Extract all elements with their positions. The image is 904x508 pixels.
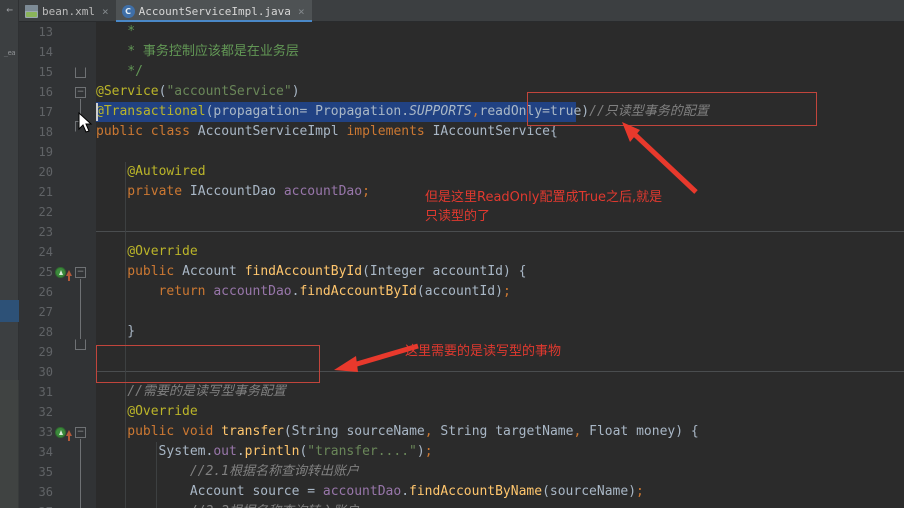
line-number: 34 — [38, 445, 53, 459]
indent-guide — [156, 442, 157, 508]
line-number: 36 — [38, 485, 53, 499]
fold-marker-class[interactable] — [75, 87, 86, 98]
close-icon[interactable]: × — [298, 5, 305, 18]
line-number: 24 — [38, 245, 53, 259]
fold-marker-method-end[interactable] — [75, 339, 86, 350]
close-icon[interactable]: × — [102, 5, 109, 18]
line-number: 28 — [38, 325, 53, 339]
fold-marker-method-transfer[interactable] — [75, 427, 86, 438]
line-number: 15 — [38, 65, 53, 79]
text-caret — [96, 103, 98, 121]
code-line[interactable]: System.out.println("transfer...."); — [159, 442, 433, 462]
fold-marker-docend[interactable] — [75, 67, 86, 78]
code-line[interactable]: //2.2根据名称查询转入账户 — [190, 502, 359, 508]
left-strip-selection — [0, 300, 19, 322]
fold-marker-method-findaccountbyid[interactable] — [75, 267, 86, 278]
gutter-line-number[interactable]: 24 — [19, 242, 96, 262]
code-line[interactable]: @Autowired — [127, 162, 205, 182]
gutter-line-number[interactable]: 26 — [19, 282, 96, 302]
code-line[interactable]: private IAccountDao accountDao; — [127, 182, 370, 202]
gutter-line-number[interactable]: 34 — [19, 442, 96, 462]
line-number: 37 — [19, 502, 53, 508]
line-number: 17 — [38, 105, 53, 119]
annotation-note-readwrite: 这里需要的是读写型的事物 — [405, 344, 562, 359]
code-line[interactable]: //需要的是读写型事务配置 — [127, 382, 286, 402]
java-class-icon: C — [121, 4, 135, 18]
editor-gutter[interactable]: 13 14 15 16 17 18 19 20 21 22 23 24 25 26 27 28 29 30 31 32… — [19, 22, 96, 508]
line-number: 23 — [38, 225, 53, 239]
code-line[interactable]: //2.1根据名称查询转出账户 — [190, 462, 359, 482]
line-number: 19 — [38, 145, 53, 159]
method-separator — [96, 371, 904, 372]
line-number: 29 — [38, 345, 53, 359]
code-line[interactable]: * 事务控制应该都是在业务层 — [127, 42, 299, 62]
code-line[interactable]: public Account findAccountById(Integer a… — [127, 262, 526, 282]
line-number: 20 — [38, 165, 53, 179]
line-number: 31 — [38, 385, 53, 399]
gutter-line-number[interactable]: 19 — [19, 142, 96, 162]
gutter-line-number[interactable]: 27 — [19, 302, 96, 322]
gutter-line-number[interactable]: 32 — [19, 402, 96, 422]
gutter-line-number[interactable]: 22 — [19, 202, 96, 222]
code-line[interactable]: } — [127, 322, 135, 342]
line-number: 14 — [38, 45, 53, 59]
line-number: 16 — [38, 85, 53, 99]
code-line[interactable]: return accountDao.findAccountById(accoun… — [159, 282, 511, 302]
code-line[interactable]: Account source = accountDao.findAccountB… — [190, 482, 644, 502]
fold-region-line — [80, 99, 81, 121]
left-strip-label[interactable]: _ea — [0, 44, 19, 62]
line-number: 35 — [38, 465, 53, 479]
fold-region-line — [80, 439, 81, 508]
line-number: 18 — [38, 125, 53, 139]
fold-marker-annotation[interactable] — [75, 121, 86, 132]
code-editor[interactable]: * * 事务控制应该都是在业务层 */@Service("accountServic… — [96, 22, 904, 508]
code-line[interactable]: @Transactional(propagation= Propagation.… — [96, 102, 709, 122]
gutter-line-number[interactable]: 30 — [19, 362, 96, 382]
line-number: 22 — [38, 205, 53, 219]
annotation-note-readonly: 但是这里ReadOnly配置成True之后,就是 只读型的了 — [425, 190, 663, 224]
code-line[interactable]: @Service("accountService") — [96, 82, 300, 102]
back-arrow-icon[interactable]: ← — [1, 2, 18, 18]
code-line[interactable]: public class AccountServiceImpl implemen… — [96, 122, 558, 142]
line-number: 26 — [38, 285, 53, 299]
code-line[interactable]: */ — [127, 62, 143, 82]
override-arrow-stem — [68, 435, 70, 441]
gutter-line-number[interactable]: 31 — [19, 382, 96, 402]
indent-guide — [125, 162, 126, 232]
line-number: 21 — [38, 185, 53, 199]
tab-bean-xml[interactable]: bean.xml × — [19, 0, 116, 22]
left-strip-lower-region — [0, 380, 19, 508]
gutter-line-number[interactable]: 14 — [19, 42, 96, 62]
override-arrow-stem — [68, 275, 70, 281]
editor-tab-bar[interactable]: bean.xml × C AccountServiceImpl.java × — [19, 0, 904, 22]
gutter-line-number[interactable]: 20 — [19, 162, 96, 182]
gutter-line-number[interactable]: 13 — [19, 22, 96, 42]
code-line[interactable]: @Override — [127, 402, 197, 422]
code-line[interactable]: @Override — [127, 242, 197, 262]
tab-accountserviceimpl-java[interactable]: C AccountServiceImpl.java × — [115, 0, 312, 22]
indent-guide — [125, 232, 126, 508]
gutter-line-number[interactable]: 21 — [19, 182, 96, 202]
ide-window: ← _ea bean.xml × C AccountServiceImpl.ja… — [0, 0, 904, 508]
gutter-line-number[interactable]: 37 — [19, 502, 96, 508]
gutter-line-number[interactable]: 17 — [19, 102, 96, 122]
tab-label: bean.xml — [42, 4, 95, 18]
gutter-line-number[interactable]: 35 — [19, 462, 96, 482]
line-number: 27 — [38, 305, 53, 319]
line-number: 33 — [38, 425, 53, 439]
line-number: 13 — [38, 25, 53, 39]
fold-region-line — [80, 279, 81, 339]
xml-file-icon — [25, 4, 38, 18]
code-line[interactable]: public void transfer(String sourceName, … — [127, 422, 698, 442]
gutter-line-number[interactable]: 36 — [19, 482, 96, 502]
tab-label: AccountServiceImpl.java — [138, 4, 291, 18]
code-line[interactable]: * — [127, 22, 135, 42]
method-separator — [96, 231, 904, 232]
line-number: 30 — [38, 365, 53, 379]
line-number: 32 — [38, 405, 53, 419]
line-number: 25 — [38, 265, 53, 279]
gutter-line-number[interactable]: 23 — [19, 222, 96, 242]
left-tool-strip[interactable]: ← _ea — [0, 0, 19, 508]
